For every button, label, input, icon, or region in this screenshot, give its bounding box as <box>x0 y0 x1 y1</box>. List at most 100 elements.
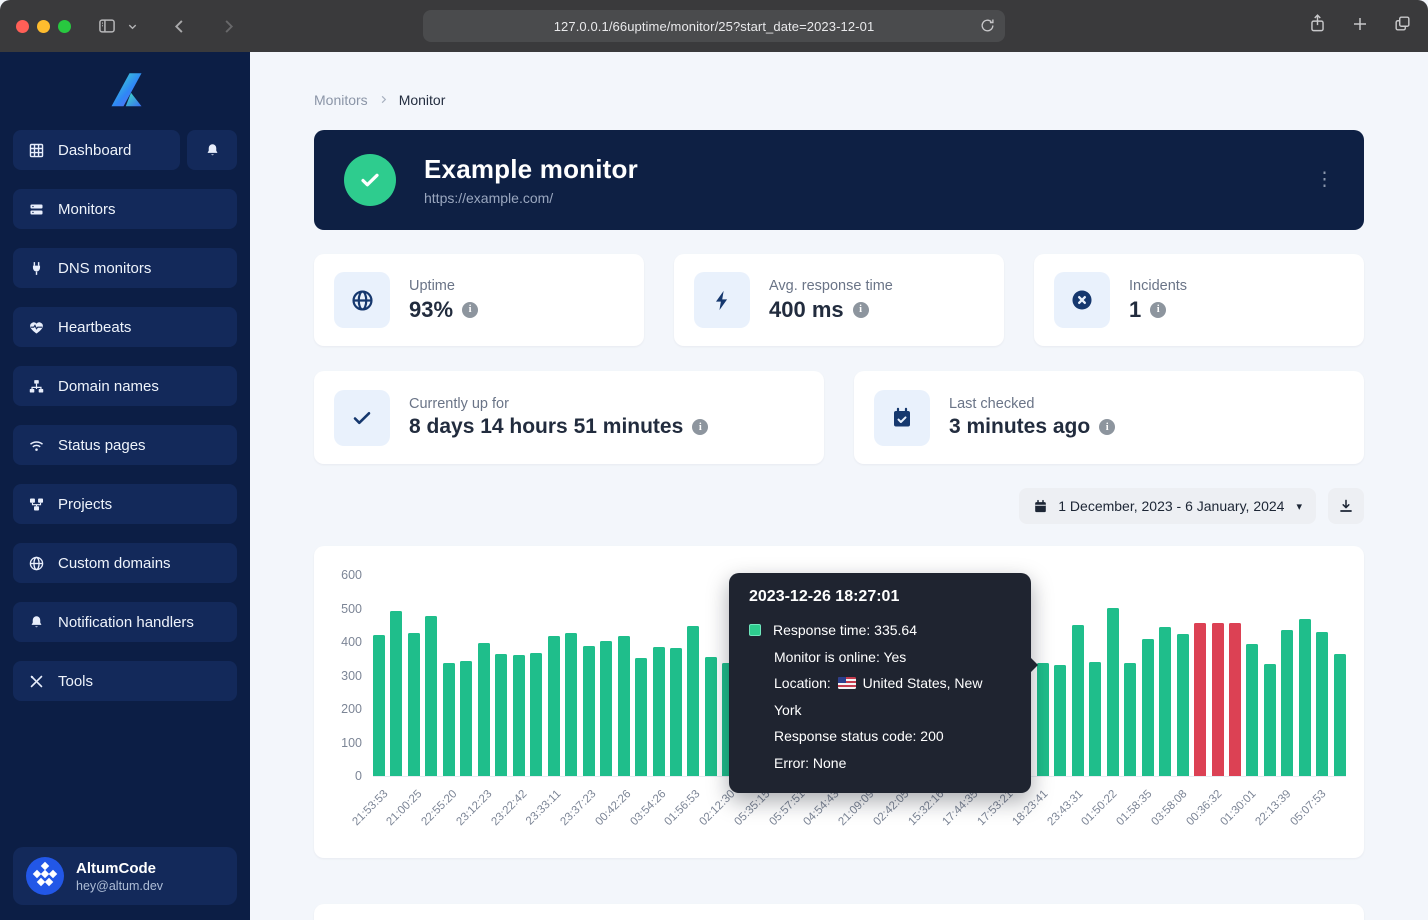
close-window-button[interactable] <box>16 20 29 33</box>
chart-bar[interactable] <box>1124 663 1136 776</box>
sidebar-item-dashboard[interactable]: Dashboard <box>13 130 180 170</box>
x-tick-label: 00:36:32 <box>1184 788 1224 828</box>
info-icon[interactable]: i <box>1150 302 1166 318</box>
chart-bar[interactable] <box>1142 639 1154 776</box>
chart-bar[interactable] <box>478 643 490 776</box>
uptime-stat-card: Uptime 93% i <box>314 254 644 346</box>
chart-bar[interactable] <box>1089 662 1101 776</box>
chart-bar[interactable] <box>583 646 595 776</box>
sidebar-item-heartbeats[interactable]: Heartbeats <box>13 307 237 347</box>
chart-bar[interactable] <box>390 611 402 776</box>
y-tick-label: 300 <box>314 669 362 683</box>
chart-bar[interactable] <box>1316 632 1328 776</box>
status-online-check-icon <box>344 154 396 206</box>
info-icon[interactable]: i <box>1099 419 1115 435</box>
sidebar-item-dns-monitors[interactable]: DNS monitors <box>13 248 237 288</box>
x-tick-label: 04:54:43 <box>802 788 842 828</box>
chart-bar[interactable] <box>1299 619 1311 776</box>
tooltip-response-time: Response time: 335.64 <box>773 617 917 644</box>
chart-bar[interactable] <box>1037 663 1049 776</box>
chart-bar[interactable] <box>1177 634 1189 776</box>
sidebar-toggle-icon[interactable] <box>97 16 117 36</box>
chart-bar[interactable] <box>495 654 507 776</box>
zoom-window-button[interactable] <box>58 20 71 33</box>
globe-icon <box>27 554 45 572</box>
chart-bar[interactable] <box>1334 654 1346 776</box>
chart-bar[interactable] <box>1281 630 1293 776</box>
chart-bar[interactable] <box>705 657 717 776</box>
chart-bar[interactable] <box>513 655 525 776</box>
date-range-picker[interactable]: 1 December, 2023 - 6 January, 2024 ▾ <box>1019 488 1316 524</box>
back-button-icon[interactable] <box>170 17 189 36</box>
traffic-lights <box>16 20 71 33</box>
tab-overview-icon[interactable] <box>1393 14 1412 38</box>
chevron-down-icon[interactable] <box>127 21 138 32</box>
sidebar-item-label: Status pages <box>58 437 146 454</box>
stat-value: 93% <box>409 297 453 323</box>
chart-bar[interactable] <box>1054 665 1066 776</box>
chart-bar[interactable] <box>687 626 699 776</box>
new-tab-icon[interactable] <box>1351 15 1369 38</box>
chart-bar[interactable] <box>425 616 437 776</box>
x-tick-label: 03:54:26 <box>628 788 668 828</box>
monitor-url: https://example.com/ <box>424 190 638 206</box>
caret-down-icon: ▾ <box>1296 500 1302 513</box>
diagram-project-icon <box>27 495 45 513</box>
x-tick-label: 23:22:42 <box>489 788 529 828</box>
x-tick-label: 18:23:41 <box>1010 788 1050 828</box>
minimize-window-button[interactable] <box>37 20 50 33</box>
sidebar-item-projects[interactable]: Projects <box>13 484 237 524</box>
export-download-button[interactable] <box>1328 488 1364 524</box>
reload-icon[interactable] <box>979 17 996 39</box>
chart-bar[interactable] <box>635 658 647 776</box>
chart-bar[interactable] <box>1107 608 1119 776</box>
chart-bar[interactable] <box>1212 623 1224 776</box>
chart-bar[interactable] <box>1264 664 1276 776</box>
tooltip-timestamp: 2023-12-26 18:27:01 <box>749 588 1011 606</box>
y-tick-label: 100 <box>314 736 362 750</box>
sidebar-item-domain-names[interactable]: Domain names <box>13 366 237 406</box>
info-icon[interactable]: i <box>462 302 478 318</box>
chart-bar[interactable] <box>408 633 420 776</box>
share-icon[interactable] <box>1308 13 1327 39</box>
sidebar-item-notification-handlers[interactable]: Notification handlers <box>13 602 237 642</box>
sidebar-item-custom-domains[interactable]: Custom domains <box>13 543 237 583</box>
chart-bar[interactable] <box>565 633 577 776</box>
chart-bar[interactable] <box>1229 623 1241 776</box>
chart-bar[interactable] <box>443 663 455 776</box>
bolt-icon <box>694 272 750 328</box>
breadcrumb-monitors-link[interactable]: Monitors <box>314 92 368 108</box>
chart-bar[interactable] <box>653 647 665 776</box>
sidebar-item-monitors[interactable]: Monitors <box>13 189 237 229</box>
sidebar-notifications-button[interactable] <box>187 130 237 170</box>
chart-bar[interactable] <box>530 653 542 776</box>
us-flag-icon <box>838 677 856 689</box>
sidebar-item-status-pages[interactable]: Status pages <box>13 425 237 465</box>
chart-bar[interactable] <box>1159 627 1171 776</box>
chart-bar[interactable] <box>548 636 560 776</box>
chart-bar[interactable] <box>460 661 472 776</box>
forward-button-icon[interactable] <box>219 17 238 36</box>
chart-bar[interactable] <box>1246 644 1258 776</box>
info-icon[interactable]: i <box>853 302 869 318</box>
account-menu[interactable]: AltumCode hey@altum.dev <box>13 847 237 905</box>
info-icon[interactable]: i <box>692 419 708 435</box>
chart-bar[interactable] <box>373 635 385 776</box>
sidebar-item-label: Tools <box>58 673 93 690</box>
chart-bar[interactable] <box>618 636 630 776</box>
app-logo[interactable] <box>13 52 237 130</box>
chart-bar[interactable] <box>1194 623 1206 776</box>
chart-y-axis: 0100200300400500600 <box>314 546 362 858</box>
chart-bar[interactable] <box>670 648 682 776</box>
x-tick-label: 23:43:31 <box>1045 788 1085 828</box>
sidebar-item-tools[interactable]: Tools <box>13 661 237 701</box>
chart-bar[interactable] <box>600 641 612 776</box>
monitor-menu-kebab-icon[interactable]: ⋮ <box>1309 167 1340 194</box>
chart-bar[interactable] <box>1072 625 1084 776</box>
address-url: 127.0.0.1/66uptime/monitor/25?start_date… <box>554 19 875 34</box>
chevron-right-icon <box>378 92 389 108</box>
address-bar[interactable]: 127.0.0.1/66uptime/monitor/25?start_date… <box>423 10 1005 42</box>
chart-tooltip: 2023-12-26 18:27:01 Response time: 335.6… <box>729 573 1031 793</box>
browser-window: 127.0.0.1/66uptime/monitor/25?start_date… <box>0 0 1428 920</box>
date-range-label: 1 December, 2023 - 6 January, 2024 <box>1058 498 1284 514</box>
